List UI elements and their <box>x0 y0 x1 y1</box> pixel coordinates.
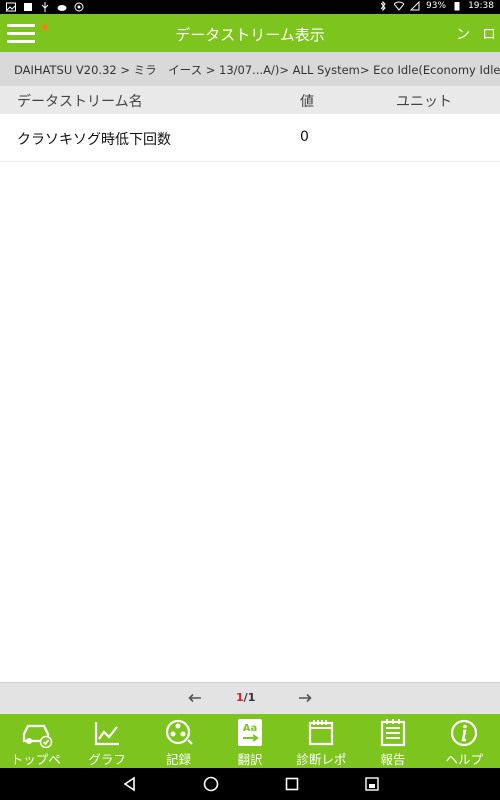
back-triangle-icon[interactable] <box>122 776 138 792</box>
app-bar: データストリーム表示 ン ロ <box>0 14 500 52</box>
toolbar-translate-button[interactable]: Aa 翻訳 <box>214 714 285 768</box>
column-header-value: 値 <box>300 94 314 110</box>
header-action-1[interactable]: ン <box>456 24 470 44</box>
svg-text:Aa: Aa <box>243 723 258 734</box>
column-header-name: データストリーム名 <box>17 94 143 110</box>
usb-icon <box>41 2 49 12</box>
toolbar-label: 診断レポ <box>296 752 347 767</box>
home-circle-icon[interactable] <box>203 776 219 792</box>
toolbar-diagnostic-report-button[interactable]: 診断レポ <box>286 714 357 768</box>
toolbar-home-button[interactable]: トップペ <box>0 714 71 768</box>
total-pages: 1 <box>247 691 256 704</box>
toolbar-label: 報告 <box>380 752 406 767</box>
breadcrumb: DAIHATSU V20.32 > ミラ イース > 13/07...A/)> … <box>0 52 500 86</box>
current-page: 1 <box>236 691 244 704</box>
row-name-cell: クラソキソグ時低下回数 <box>17 132 171 148</box>
pager: 1/1 <box>0 682 500 714</box>
report-calendar-icon <box>309 720 334 746</box>
table-row[interactable]: クラソキソグ時低下回数 0 <box>0 114 500 162</box>
translate-icon: Aa <box>237 719 262 746</box>
settings-circle-icon <box>74 2 84 12</box>
next-page-arrow-icon[interactable] <box>298 693 312 703</box>
gallery-icon <box>6 2 16 12</box>
header-action-2[interactable]: ロ <box>482 24 496 44</box>
cloud-icon <box>57 5 67 11</box>
bottom-toolbar: トップペ グラフ 記録 Aa 翻訳 診断レポ 報告 ヘルプ <box>0 714 500 768</box>
status-right-icons: 93% 19:38 <box>378 1 494 11</box>
toolbar-label: 翻訳 <box>237 752 263 767</box>
toolbar-label: 記録 <box>166 752 192 767</box>
recents-square-icon[interactable] <box>284 776 300 792</box>
android-nav-bar <box>0 768 500 800</box>
battery-icon <box>454 2 460 11</box>
screenshot-icon[interactable] <box>364 776 380 792</box>
table-header: データストリーム名 値 ユニット <box>0 86 500 114</box>
page-title: データストリーム表示 <box>175 26 325 44</box>
toolbar-label: グラフ <box>88 752 126 767</box>
record-reel-icon <box>165 719 193 745</box>
toolbar-graph-button[interactable]: グラフ <box>71 714 142 768</box>
page-indicator: 1/1 <box>236 691 255 704</box>
help-info-icon <box>451 719 478 747</box>
column-header-unit: ユニット <box>396 94 452 110</box>
prev-page-arrow-icon[interactable] <box>188 693 202 703</box>
battery-level: 93% <box>426 1 447 11</box>
clock: 19:38 <box>468 1 494 11</box>
toolbar-label: トップペ <box>10 752 61 767</box>
row-value-cell: 0 <box>300 129 309 145</box>
notes-icon <box>380 719 405 747</box>
car-check-icon <box>22 724 52 748</box>
toolbar-label: ヘルプ <box>445 752 483 767</box>
status-left-icons <box>6 2 84 12</box>
image-icon <box>24 3 32 11</box>
wifi-icon <box>394 1 405 11</box>
status-bar: 93% 19:38 <box>0 0 500 14</box>
toolbar-report-button[interactable]: 報告 <box>357 714 428 768</box>
signal-icon <box>410 1 420 11</box>
toolbar-help-button[interactable]: ヘルプ <box>429 714 500 768</box>
graph-icon <box>95 722 120 746</box>
toolbar-record-button[interactable]: 記録 <box>143 714 214 768</box>
bluetooth-icon <box>380 1 386 11</box>
